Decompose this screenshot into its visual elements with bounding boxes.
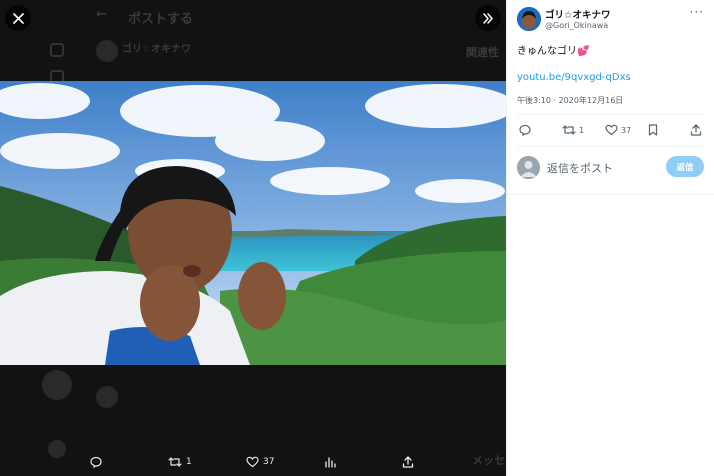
reply-submit-button[interactable]: 返信 <box>666 156 704 177</box>
share-button[interactable] <box>690 118 702 142</box>
divider-reply <box>507 194 714 195</box>
viewer-analytics-button[interactable] <box>324 448 336 476</box>
more-button[interactable]: ··· <box>690 5 704 19</box>
reply-button[interactable] <box>519 118 531 142</box>
retweet-button[interactable]: 1 <box>562 118 584 142</box>
media-action-bar: 1 37 <box>0 448 506 476</box>
background-avatar-2 <box>42 370 72 400</box>
avatar-image <box>517 7 541 31</box>
reply-icon <box>519 124 531 136</box>
tweet-text-body: きゅんなゴリ <box>517 46 577 57</box>
analytics-icon <box>325 457 336 468</box>
tweet-timestamp[interactable]: 午後3:10 · 2020年12月16日 <box>517 95 623 106</box>
like-icon <box>605 124 618 136</box>
background-home-icon <box>50 43 64 57</box>
viewer-retweet-count: 1 <box>186 457 192 467</box>
reply-input[interactable]: 返信をポスト <box>547 160 613 176</box>
tweet-action-bar: 1 37 <box>507 118 714 142</box>
tweet-detail-panel: ゴリ☆オキナワ @Gori_Okinawa ··· きゅんなゴリ💕 youtu.… <box>506 0 714 476</box>
background-right-title: 関連性 <box>466 46 499 59</box>
retweet-count: 1 <box>579 125 585 135</box>
reply-icon <box>90 456 102 468</box>
divider-top <box>517 114 704 115</box>
share-icon <box>402 456 414 468</box>
close-icon <box>12 12 24 24</box>
expand-button[interactable] <box>475 5 501 31</box>
user-avatar[interactable] <box>517 156 540 179</box>
close-button[interactable] <box>5 5 31 31</box>
expand-icon <box>483 12 493 24</box>
author-handle[interactable]: @Gori_Okinawa <box>545 21 608 30</box>
like-icon <box>246 456 259 468</box>
divider-bottom <box>517 146 704 147</box>
author-name[interactable]: ゴリ☆オキナワ <box>545 7 611 21</box>
background-back-arrow: ← <box>96 7 107 22</box>
more-icon: ··· <box>689 5 704 19</box>
retweet-icon <box>168 457 182 467</box>
like-button[interactable]: 37 <box>605 118 631 142</box>
default-user-icon <box>517 156 540 179</box>
share-icon <box>690 124 702 136</box>
background-avatar <box>96 40 118 62</box>
viewer-like-button[interactable]: 37 <box>246 448 274 476</box>
tweet-text: きゅんなゴリ💕 <box>517 42 589 57</box>
media-viewer: ポストする ← ゴリ☆オキナワ 関連性 メッセ 1 37 <box>0 0 506 476</box>
background-author-name: ゴリ☆オキナワ <box>122 44 191 55</box>
viewer-share-button[interactable] <box>402 448 414 476</box>
viewer-reply-button[interactable] <box>90 448 102 476</box>
background-header-title: ポストする <box>128 12 194 27</box>
viewer-like-count: 37 <box>263 457 275 467</box>
bookmark-icon <box>648 124 658 136</box>
author-avatar[interactable] <box>517 7 541 31</box>
like-count: 37 <box>621 125 632 135</box>
tweet-photo[interactable] <box>0 81 506 365</box>
background-avatar-3 <box>96 386 118 408</box>
retweet-icon <box>562 125 576 135</box>
tweet-link[interactable]: youtu.be/9qvxgd-qDxs <box>517 72 631 83</box>
viewer-retweet-button[interactable]: 1 <box>168 448 192 476</box>
bookmark-button[interactable] <box>648 118 658 142</box>
photo-illustration <box>0 81 506 365</box>
heart-emoji: 💕 <box>577 46 590 57</box>
